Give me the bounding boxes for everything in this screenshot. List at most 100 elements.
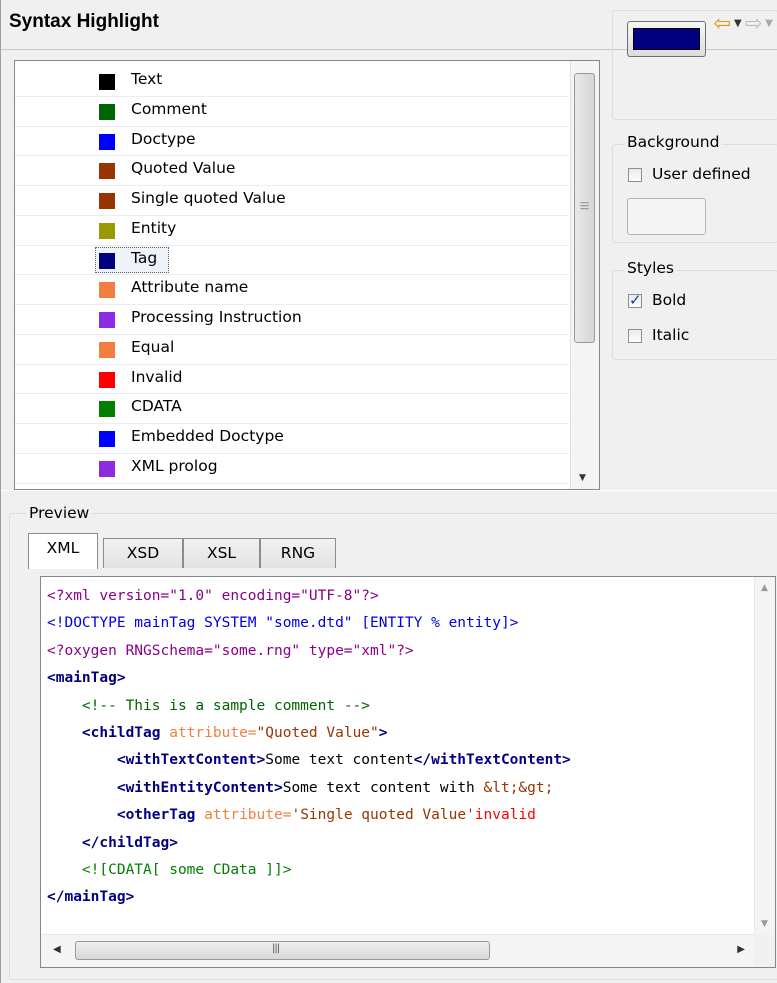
list-item[interactable]: Text [15, 67, 569, 97]
list-item-label: Entity [131, 218, 177, 237]
list-scroll-thumb[interactable]: — — — [574, 73, 595, 343]
tab-xml[interactable]: XML [28, 533, 98, 569]
code-token: <withTextContent> [116, 752, 266, 769]
list-item[interactable]: Attribute name [15, 275, 569, 305]
page-title: Syntax Highlight [9, 11, 159, 32]
background-color-button[interactable] [627, 198, 706, 235]
list-item[interactable]: Tag [15, 246, 569, 276]
user-defined-label: User defined [652, 165, 751, 183]
code-token: Some text content with [282, 779, 484, 796]
code-token: attribute= [204, 807, 292, 824]
code-token: <childTag [81, 724, 170, 741]
bold-label: Bold [652, 291, 687, 309]
list-item[interactable]: Processing Instruction [15, 305, 569, 335]
code-line: <!DOCTYPE mainTag SYSTEM "some.dtd" [ENT… [47, 610, 755, 637]
code-hscroll-thumb[interactable]: ||| [75, 941, 490, 960]
color-swatch [99, 460, 115, 477]
code-token: </mainTag> [47, 889, 135, 906]
scroll-down-arrow-icon[interactable]: ▼ [579, 473, 586, 483]
code-token: <!-- This is a sample comment --> [81, 697, 371, 714]
color-swatch [99, 341, 115, 358]
color-swatch [99, 371, 115, 388]
color-swatch [99, 133, 115, 150]
list-item[interactable]: Entity [15, 216, 569, 246]
code-token: invalid [474, 807, 536, 824]
code-token: Some text content [265, 752, 414, 769]
tab-rng[interactable]: RNG [260, 538, 336, 568]
code-token: &lt;&gt; [483, 779, 554, 796]
foreground-color-swatch [633, 28, 700, 50]
list-item-label: Text [131, 70, 163, 88]
list-item[interactable]: Single quoted Value [15, 186, 569, 216]
code-token: <!DOCTYPE mainTag SYSTEM "some.dtd" [ENT… [47, 615, 519, 632]
color-swatch [99, 401, 115, 418]
color-swatch [99, 252, 115, 269]
code-preview-editor[interactable]: <?xml version="1.0" encoding="UTF-8"?> <!… [40, 576, 776, 968]
bold-checkbox[interactable] [628, 291, 642, 309]
color-swatch [99, 282, 115, 299]
scroll-grip-icon: — — — [580, 198, 589, 214]
code-vertical-scrollbar[interactable]: ▲ ▼ [754, 577, 775, 935]
code-token: <withEntityContent> [116, 779, 283, 796]
list-vertical-scrollbar[interactable]: — — — ▼ [570, 61, 599, 489]
code-token: > [378, 724, 388, 741]
foreground-color-button[interactable] [627, 21, 706, 57]
code-token: <?oxygen RNGSchema="some.rng" type="xml"… [47, 642, 414, 659]
syntax-element-list-items: Text Comment Doctype Quoted Value Single quo… [15, 67, 569, 484]
list-item-label: Attribute name [131, 278, 249, 297]
italic-checkbox[interactable] [628, 329, 642, 343]
code-token: "Quoted Value" [256, 724, 379, 741]
list-item[interactable]: CDATA [15, 394, 569, 424]
list-item-label: Tag [131, 248, 158, 267]
code-horizontal-scrollbar[interactable]: ◀ ||| ▶ [41, 934, 755, 967]
code-line: <childTag attribute="Quoted Value"> [47, 720, 755, 747]
list-item[interactable]: Invalid [15, 365, 569, 395]
list-item[interactable]: Quoted Value [15, 156, 569, 186]
code-token: </childTag> [81, 834, 178, 851]
list-item[interactable]: Equal [15, 335, 569, 365]
italic-label: Italic [652, 326, 690, 344]
code-line: </childTag> [47, 830, 755, 857]
list-item-label: Processing Instruction [131, 308, 302, 326]
code-line: <otherTag attribute='Single quoted Value… [47, 802, 755, 829]
background-legend: Background [624, 133, 723, 151]
list-item[interactable]: Comment [15, 97, 569, 127]
color-swatch [99, 431, 115, 447]
code-line: <!-- This is a sample comment --> [47, 693, 755, 720]
scroll-down-arrow-icon[interactable]: ▼ [761, 919, 768, 929]
styles-legend: Styles [624, 259, 678, 277]
user-defined-checkbox[interactable] [628, 168, 642, 182]
list-item-label: Embedded Doctype [131, 427, 284, 445]
list-item[interactable]: Doctype [15, 127, 569, 157]
tab-xsd[interactable]: XSD [103, 538, 183, 568]
code-line: <?xml version="1.0" encoding="UTF-8"?> [47, 583, 755, 610]
list-item-label: Equal [131, 337, 175, 356]
color-swatch [99, 222, 115, 239]
scroll-left-arrow-icon[interactable]: ◀ [53, 944, 61, 955]
preview-legend: Preview [26, 504, 93, 522]
list-item-label: CDATA [131, 397, 182, 416]
code-line: </mainTag> [47, 884, 755, 911]
list-item-label: Single quoted Value [131, 189, 286, 207]
tab-xsl[interactable]: XSL [183, 538, 260, 568]
code-token: <![CDATA[ some CData ]]> [81, 861, 292, 878]
styles-group [612, 270, 777, 360]
scroll-corner [755, 935, 775, 967]
scroll-right-arrow-icon[interactable]: ▶ [737, 944, 745, 955]
code-line: <withEntityContent>Some text content wit… [47, 775, 755, 802]
syntax-element-list[interactable]: Text Comment Doctype Quoted Value Single quo… [14, 60, 600, 490]
list-item-label: XML prolog [131, 456, 218, 475]
list-item[interactable]: Embedded Doctype [15, 424, 569, 454]
scroll-up-arrow-icon[interactable]: ▲ [761, 583, 768, 593]
code-token: <otherTag [116, 807, 205, 824]
list-item[interactable]: XML prolog [15, 454, 569, 484]
code-line: <withTextContent>Some text content</with… [47, 747, 755, 774]
code-token: attribute= [169, 724, 257, 741]
color-swatch [99, 103, 115, 120]
